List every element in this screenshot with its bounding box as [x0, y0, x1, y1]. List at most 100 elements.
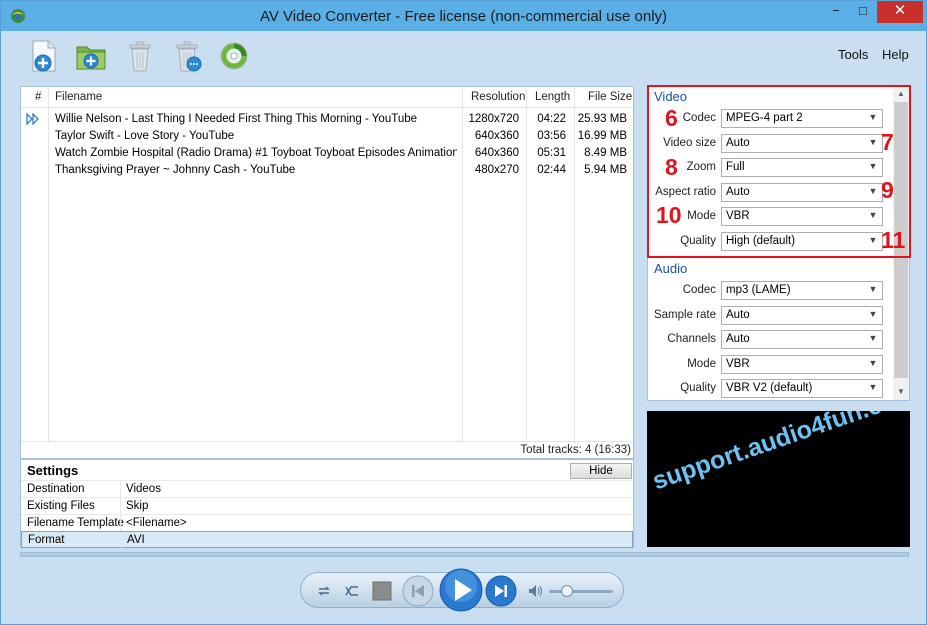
dropdown-value: VBR V2 (default): [726, 382, 813, 394]
table-row[interactable]: Thanksgiving Prayer ~ Johnny Cash - YouT…: [21, 162, 633, 179]
resolution-cell: 1280x720: [468, 113, 519, 125]
dropdown-value: mp3 (LAME): [726, 284, 791, 296]
splitter-bar[interactable]: [20, 552, 909, 557]
file-list[interactable]: # Filename Resolution Length File Size W…: [20, 86, 634, 459]
hide-settings-button[interactable]: Hide: [570, 463, 632, 479]
col-file-size[interactable]: File Size: [588, 91, 632, 103]
toolbar: [1, 31, 926, 81]
length-cell: 02:44: [537, 164, 566, 176]
table-row[interactable]: Watch Zombie Hospital (Radio Drama) #1 T…: [21, 145, 633, 162]
delete-all-icon[interactable]: [172, 39, 204, 73]
now-playing-icon: [26, 113, 39, 125]
title-bar[interactable]: AV Video Converter - Free license (non-c…: [1, 1, 926, 31]
audio-codec-label: Codec: [682, 284, 716, 296]
settings-key: Destination: [27, 483, 85, 495]
file-size-cell: 25.93 MB: [577, 113, 627, 125]
settings-title: Settings: [27, 463, 79, 478]
settings-value: Skip: [126, 500, 149, 512]
settings-value: Videos: [126, 483, 161, 495]
resolution-cell: 640x360: [474, 147, 519, 159]
stop-icon[interactable]: [372, 581, 392, 601]
convert-icon[interactable]: [218, 39, 250, 73]
settings-divider: [120, 498, 121, 515]
annotation-11: 11: [881, 227, 906, 253]
volume-slider-track[interactable]: [549, 590, 613, 593]
dropdown-value: Auto: [726, 308, 750, 321]
window-title: AV Video Converter - Free license (non-c…: [259, 8, 668, 25]
settings-row-destination[interactable]: Destination Videos: [21, 480, 633, 498]
settings-divider: [120, 481, 121, 498]
settings-value: <Filename>: [126, 517, 187, 529]
video-preview[interactable]: support.audio4fun.com: [647, 411, 910, 547]
audio-mode-dropdown[interactable]: VBR ▼: [721, 354, 883, 374]
close-button[interactable]: ✕: [877, 1, 923, 23]
col-num[interactable]: #: [35, 91, 41, 103]
chevron-down-icon: ▼: [868, 382, 878, 392]
play-icon[interactable]: [439, 568, 483, 612]
app-window: AV Video Converter - Free license (non-c…: [0, 0, 927, 625]
dropdown-value: Auto: [726, 333, 750, 345]
shuffle-icon[interactable]: [345, 584, 359, 598]
settings-row-filename-template[interactable]: Filename Template <Filename>: [21, 514, 633, 532]
annotation-10: 10: [656, 202, 682, 228]
delete-icon[interactable]: [124, 39, 156, 73]
player-controls: [300, 568, 624, 612]
annotation-7: 7: [881, 129, 894, 155]
length-cell: 04:22: [537, 113, 566, 125]
previous-icon[interactable]: [402, 575, 434, 607]
col-length[interactable]: Length: [535, 91, 570, 103]
annotation-6: 6: [665, 105, 678, 131]
chevron-down-icon: ▼: [868, 308, 878, 319]
settings-value: AVI: [127, 534, 145, 546]
length-cell: 05:31: [537, 147, 566, 159]
annotation-8: 8: [665, 154, 678, 180]
settings-key: Filename Template: [27, 517, 124, 529]
menu-tools[interactable]: Tools: [838, 47, 868, 62]
audio-quality-dropdown[interactable]: VBR V2 (default) ▼: [721, 379, 883, 398]
maximize-button[interactable]: □: [850, 1, 876, 23]
settings-key: Format: [28, 534, 65, 546]
length-cell: 03:56: [537, 130, 566, 142]
resolution-cell: 640x360: [474, 130, 519, 142]
settings-key: Existing Files: [27, 500, 95, 512]
audio-channels-dropdown[interactable]: Auto ▼: [721, 330, 883, 349]
settings-divider: [121, 532, 122, 549]
audio-codec-dropdown[interactable]: mp3 (LAME) ▼: [721, 281, 883, 300]
chevron-down-icon: ▼: [868, 357, 878, 368]
table-row[interactable]: Willie Nelson - Last Thing I Needed Firs…: [21, 111, 633, 128]
settings-row-existing-files[interactable]: Existing Files Skip: [21, 497, 633, 515]
annotation-highlight-box: [647, 85, 911, 258]
settings-row-format[interactable]: Format AVI: [21, 531, 633, 549]
scroll-down-icon[interactable]: ▼: [893, 384, 909, 400]
volume-slider-thumb[interactable]: [560, 585, 573, 597]
filename-cell: Taylor Swift - Love Story - YouTube: [55, 130, 235, 142]
col-filename[interactable]: Filename: [55, 91, 102, 103]
filename-cell: Willie Nelson - Last Thing I Needed Firs…: [55, 113, 418, 125]
chevron-down-icon: ▼: [868, 284, 878, 294]
table-row[interactable]: Taylor Swift - Love Story - YouTube 640x3…: [21, 128, 633, 145]
total-tracks: Total tracks: 4 (16:33): [520, 444, 631, 456]
audio-mode-label: Mode: [687, 357, 716, 370]
add-file-icon[interactable]: [28, 39, 60, 73]
filename-cell: Thanksgiving Prayer ~ Johnny Cash - YouT…: [55, 164, 296, 176]
volume-icon[interactable]: [528, 584, 544, 598]
annotation-9: 9: [881, 177, 894, 203]
next-icon[interactable]: [485, 575, 517, 607]
filename-cell: Watch Zombie Hospital (Radio Drama) #1 T…: [55, 147, 457, 159]
minimize-button[interactable]: −: [823, 1, 849, 23]
list-footer-divider: [21, 441, 633, 442]
audio-channels-label: Channels: [667, 333, 716, 345]
audio-sample-rate-dropdown[interactable]: Auto ▼: [721, 305, 883, 325]
col-resolution[interactable]: Resolution: [471, 91, 525, 103]
list-header: # Filename Resolution Length File Size: [21, 87, 633, 108]
audio-quality-label: Quality: [680, 382, 716, 394]
resolution-cell: 480x270: [474, 164, 519, 176]
dropdown-value: VBR: [726, 357, 750, 370]
file-size-cell: 8.49 MB: [584, 147, 627, 159]
add-folder-icon[interactable]: [75, 39, 107, 73]
chevron-down-icon: ▼: [868, 333, 878, 343]
settings-panel: Settings Hide Destination Videos Existing …: [20, 459, 634, 549]
repeat-icon[interactable]: [317, 585, 331, 597]
menu-help[interactable]: Help: [882, 47, 909, 62]
audio-section-title: Audio: [654, 261, 688, 276]
